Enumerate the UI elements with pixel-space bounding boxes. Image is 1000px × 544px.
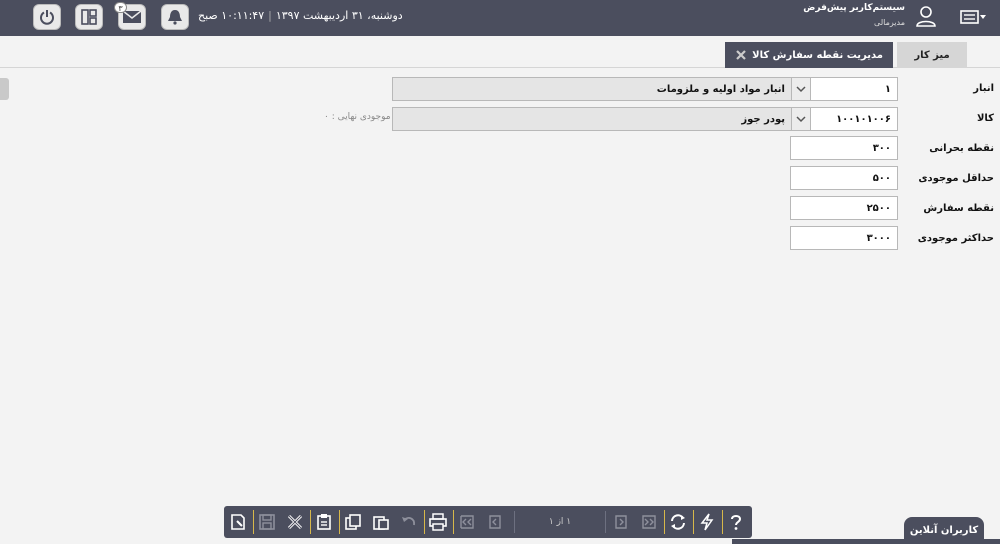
close-tab-button[interactable] bbox=[735, 49, 747, 61]
min-stock-label: حداقل موجودی bbox=[918, 173, 994, 184]
previous-record-button[interactable] bbox=[484, 511, 506, 533]
max-stock-value: ۳۰۰۰ bbox=[866, 232, 891, 244]
save-button[interactable] bbox=[256, 511, 278, 533]
new-record-button[interactable] bbox=[227, 511, 249, 533]
edit-document-icon bbox=[317, 514, 331, 530]
warehouse-label: انبار bbox=[973, 83, 994, 94]
max-stock-field[interactable]: ۳۰۰۰ bbox=[790, 226, 898, 250]
edit-record-button[interactable] bbox=[313, 511, 335, 533]
warehouse-code-value: ۱ bbox=[884, 83, 891, 95]
close-icon bbox=[287, 514, 303, 530]
print-button[interactable] bbox=[427, 511, 449, 533]
refresh-icon bbox=[671, 514, 685, 530]
item-name-value: پودر جوز bbox=[741, 113, 785, 125]
refresh-button[interactable] bbox=[667, 511, 689, 533]
min-stock-value: ۵۰۰ bbox=[872, 172, 891, 184]
copy-button[interactable] bbox=[342, 511, 364, 533]
side-panel-handle[interactable] bbox=[0, 78, 9, 100]
last-record-button[interactable] bbox=[638, 511, 660, 533]
apps-icon bbox=[81, 9, 97, 25]
undo-button[interactable] bbox=[398, 511, 420, 533]
menu-icon bbox=[960, 10, 986, 24]
toolbar-separator bbox=[253, 510, 254, 534]
next-page-icon bbox=[615, 515, 627, 529]
power-icon bbox=[40, 10, 54, 25]
item-name-field: پودر جوز bbox=[392, 107, 792, 131]
toolbar-separator bbox=[693, 510, 694, 534]
next-record-button[interactable] bbox=[610, 511, 632, 533]
help-button[interactable] bbox=[725, 511, 747, 533]
date-time: دوشنبه، ۳۱ اردیبهشت ۱۳۹۷|۱۰:۱۱:۴۷ صبح bbox=[198, 9, 403, 22]
critical-point-label: نقطه بحرانی bbox=[929, 143, 994, 154]
item-dropdown-button[interactable] bbox=[791, 107, 811, 131]
tab-desk[interactable]: میز کار bbox=[897, 42, 967, 68]
new-document-icon bbox=[231, 514, 245, 530]
first-record-button[interactable] bbox=[456, 511, 478, 533]
help-icon bbox=[731, 515, 742, 530]
chevron-down-icon bbox=[796, 116, 806, 123]
tab-desk-label: میز کار bbox=[914, 49, 950, 61]
notifications-button[interactable] bbox=[161, 4, 189, 30]
separator: | bbox=[268, 9, 272, 22]
apps-button[interactable] bbox=[75, 4, 103, 30]
critical-point-value: ۳۰۰ bbox=[872, 142, 891, 154]
lightning-icon bbox=[700, 513, 714, 531]
power-button[interactable] bbox=[33, 4, 61, 30]
item-label: کالا bbox=[976, 113, 994, 124]
online-users-panel bbox=[732, 539, 1000, 544]
warehouse-code-field[interactable]: ۱ bbox=[810, 77, 898, 101]
current-time: ۱۰:۱۱:۴۷ صبح bbox=[198, 9, 265, 22]
undo-icon bbox=[402, 517, 415, 526]
current-date: دوشنبه، ۳۱ اردیبهشت ۱۳۹۷ bbox=[275, 9, 403, 22]
order-point-field[interactable]: ۲۵۰۰ bbox=[790, 196, 898, 220]
toolbar-separator bbox=[664, 510, 665, 534]
user-name: سیستم‌کاربر پیش‌فرض bbox=[803, 3, 905, 13]
save-icon bbox=[259, 514, 275, 530]
warehouse-name-field: انبار مواد اولیه و ملزومات bbox=[392, 77, 792, 101]
first-page-icon bbox=[460, 515, 474, 529]
toolbar-separator bbox=[424, 510, 425, 534]
toolbar-separator bbox=[310, 510, 311, 534]
tab-order-point[interactable]: مدیریت نقطه سفارش کالا bbox=[725, 42, 893, 68]
order-point-label: نقطه سفارش bbox=[923, 203, 994, 214]
bottom-toolbar: ۱ از ۱ bbox=[224, 506, 752, 538]
user-icon bbox=[916, 6, 936, 27]
copy-icon bbox=[345, 514, 361, 530]
warehouse-dropdown-button[interactable] bbox=[791, 77, 811, 101]
min-stock-field[interactable]: ۵۰۰ bbox=[790, 166, 898, 190]
bell-icon bbox=[168, 10, 182, 25]
order-point-value: ۲۵۰۰ bbox=[866, 202, 891, 214]
user-profile-button[interactable] bbox=[914, 4, 938, 31]
top-header: ۳ دوشنبه، ۳۱ اردیبهشت ۱۳۹۷|۱۰:۱۱:۴۷ صبح … bbox=[0, 0, 1000, 36]
chevron-down-icon bbox=[796, 86, 806, 93]
paste-button[interactable] bbox=[370, 511, 392, 533]
toolbar-separator bbox=[453, 510, 454, 534]
tab-order-point-label: مدیریت نقطه سفارش کالا bbox=[752, 49, 883, 61]
final-stock-note: موجودی نهایی : ۰ bbox=[324, 112, 391, 122]
previous-page-icon bbox=[489, 515, 501, 529]
pager: ۱ از ۱ bbox=[514, 511, 606, 533]
last-page-icon bbox=[642, 515, 656, 529]
cancel-button[interactable] bbox=[284, 511, 306, 533]
message-count-badge: ۳ bbox=[114, 2, 127, 13]
item-code-value: ۱۰۰۱۰۱۰۰۶ bbox=[836, 113, 891, 125]
paste-icon bbox=[373, 516, 389, 530]
messages-button[interactable]: ۳ bbox=[114, 2, 146, 30]
main-menu-button[interactable] bbox=[959, 7, 987, 30]
user-role: مدیرمالی bbox=[874, 18, 905, 27]
toolbar-separator bbox=[722, 510, 723, 534]
toolbar-separator bbox=[339, 510, 340, 534]
quick-action-button[interactable] bbox=[696, 511, 718, 533]
print-icon bbox=[429, 513, 447, 531]
item-code-field[interactable]: ۱۰۰۱۰۱۰۰۶ bbox=[810, 107, 898, 131]
warehouse-name-value: انبار مواد اولیه و ملزومات bbox=[656, 83, 785, 95]
critical-point-field[interactable]: ۳۰۰ bbox=[790, 136, 898, 160]
max-stock-label: حداکثر موجودی bbox=[917, 233, 994, 244]
close-icon bbox=[736, 50, 746, 60]
tab-bar: میز کار مدیریت نقطه سفارش کالا bbox=[0, 36, 1000, 68]
